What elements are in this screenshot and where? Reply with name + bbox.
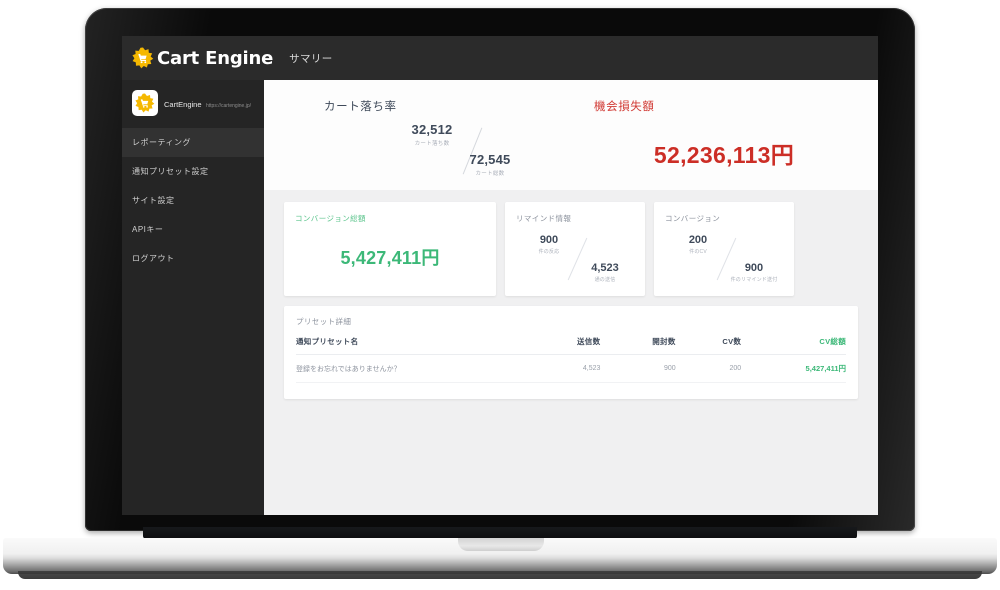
laptop-base-notch (458, 538, 544, 551)
sidebar-item-api-key[interactable]: APIキー (122, 215, 264, 244)
sidebar-item-reporting[interactable]: レポーティング (122, 128, 264, 157)
conversion-label: コンバージョン (665, 214, 721, 223)
sunburst-cart-icon (132, 47, 154, 69)
conversion-card: コンバージョン 200 件のCV 900 件のリマインド送付 (654, 202, 794, 296)
cart-abandon-rate-panel: カート落ち率 32,512 カート落ち数 72,545 カート総数 (324, 98, 584, 184)
sidebar-item-logout[interactable]: ログアウト (122, 244, 264, 273)
hero-section: カート落ち率 32,512 カート落ち数 72,545 カート総数 機会損失額 … (264, 80, 878, 190)
sidebar-item-label: 通知プリセット設定 (132, 167, 209, 176)
remind-info-numerator-value: 900 (539, 234, 559, 246)
cart-abandon-denominator: 72,545 カート総数 (450, 152, 530, 177)
remind-info-card: リマインド情報 900 件の反応 4,523 通の送信 (505, 202, 645, 296)
conversion-fraction: 200 件のCV 900 件のリマインド送付 (654, 224, 794, 286)
remind-info-label: リマインド情報 (516, 214, 572, 223)
opportunity-loss-panel: 機会損失額 52,236,113円 (594, 98, 854, 170)
remind-info-numerator: 900 件の反応 (521, 234, 577, 255)
cart-abandon-fraction: 32,512 カート落ち数 72,545 カート総数 (324, 122, 584, 184)
sidebar-item-label: APIキー (132, 225, 164, 234)
cart-abandon-rate-title: カート落ち率 (324, 101, 397, 113)
cell-opened: 900 (606, 354, 682, 383)
sunburst-cart-icon (132, 90, 158, 116)
sidebar-site-name: CartEngine (164, 100, 202, 109)
table-row[interactable]: 登録をお忘れではありませんか？ 4,523 900 200 5,427,411円 (296, 354, 846, 383)
app-topbar: Cart Engine サマリー (122, 36, 878, 80)
conversion-denominator: 900 件のリマインド送付 (720, 262, 788, 283)
col-opened: 開封数 (606, 336, 682, 355)
page-title: サマリー (289, 52, 333, 65)
conversion-numerator-label: 件のCV (689, 249, 707, 255)
stat-cards-row: コンバージョン総額 5,427,411円 リマインド情報 900 件の反応 4,… (264, 190, 878, 296)
opportunity-loss-title: 機会損失額 (594, 101, 655, 113)
cart-abandon-numerator-value: 32,512 (411, 122, 453, 137)
preset-detail-card: プリセット詳細 通知プリセット名 送信数 開封数 CV数 CV総額 登録をお忘れ… (284, 306, 858, 399)
conversion-total-amount: 5,427,411円 (340, 248, 440, 268)
sidebar-item-label: ログアウト (132, 254, 175, 263)
cart-abandon-numerator-label: カート落ち数 (414, 141, 450, 147)
brand-logo[interactable]: Cart Engine (132, 47, 273, 69)
cart-abandon-numerator: 32,512 カート落ち数 (392, 122, 472, 147)
sidebar-item-site-settings[interactable]: サイト設定 (122, 186, 264, 215)
preset-detail-table: 通知プリセット名 送信数 開封数 CV数 CV総額 登録をお忘れではありませんか… (296, 336, 846, 383)
sidebar-item-label: サイト設定 (132, 196, 175, 205)
preset-detail-title: プリセット詳細 (296, 317, 352, 326)
cell-sent: 4,523 (531, 354, 607, 383)
remind-info-fraction: 900 件の反応 4,523 通の送信 (505, 224, 645, 286)
opportunity-loss-amount: 52,236,113円 (653, 142, 795, 168)
cart-abandon-denominator-value: 72,545 (469, 152, 511, 167)
sidebar-site-text: CartEngine https://cartengine.jp/ (164, 94, 251, 112)
screenshot-stage: Cart Engine サマリー CartEngine https://cart… (0, 0, 1000, 590)
cell-cv-total: 5,427,411円 (747, 354, 846, 383)
col-sent: 送信数 (531, 336, 607, 355)
table-header-row: 通知プリセット名 送信数 開封数 CV数 CV総額 (296, 336, 846, 355)
remind-info-denominator-label: 通の送信 (594, 277, 616, 283)
sidebar-item-notification-preset[interactable]: 通知プリセット設定 (122, 157, 264, 186)
conversion-numerator: 200 件のCV (670, 234, 726, 255)
conversion-denominator-label: 件のリマインド送付 (730, 277, 778, 283)
conversion-numerator-value: 200 (688, 234, 708, 246)
brand-name: Cart Engine (157, 47, 274, 69)
laptop-screen: Cart Engine サマリー CartEngine https://cart… (122, 36, 878, 515)
laptop-base-foot (18, 571, 982, 579)
sidebar-site-url: https://cartengine.jp/ (205, 103, 252, 109)
conversion-total-label: コンバージョン総額 (295, 214, 366, 223)
remind-info-numerator-label: 件の反応 (538, 249, 560, 255)
sidebar: CartEngine https://cartengine.jp/ レポーティン… (122, 80, 264, 515)
remind-info-denominator: 4,523 通の送信 (571, 262, 639, 283)
conversion-denominator-value: 900 (744, 262, 764, 274)
cell-preset-name: 登録をお忘れではありませんか？ (296, 354, 532, 383)
sidebar-item-label: レポーティング (132, 138, 192, 147)
cart-abandon-denominator-label: カート総数 (475, 171, 505, 177)
remind-info-denominator-value: 4,523 (591, 262, 619, 274)
conversion-total-card: コンバージョン総額 5,427,411円 (284, 202, 496, 296)
cell-cv: 200 (681, 354, 748, 383)
col-preset-name: 通知プリセット名 (296, 336, 532, 355)
sidebar-site-card[interactable]: CartEngine https://cartengine.jp/ (122, 80, 264, 128)
col-cv: CV数 (681, 336, 748, 355)
col-cv-total: CV総額 (747, 336, 846, 355)
main-content: カート落ち率 32,512 カート落ち数 72,545 カート総数 機会損失額 … (264, 80, 878, 515)
